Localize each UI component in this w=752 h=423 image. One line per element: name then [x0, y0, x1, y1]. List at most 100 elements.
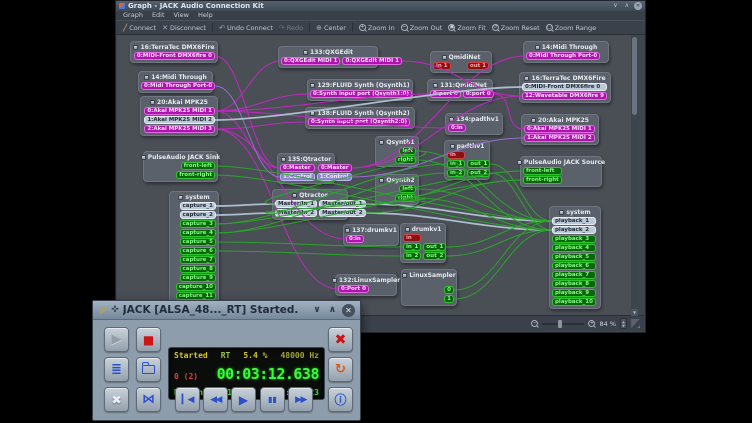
port[interactable]: 0:port 0 — [463, 90, 494, 98]
node-dra[interactable]: drumkv1inin_1in_2out_1out_2 — [400, 223, 446, 263]
maximize-icon[interactable]: ∧ — [623, 2, 631, 10]
node-pasink[interactable]: PulseAudio JACK Sinkfront-leftfront-righ… — [143, 151, 218, 182]
menu-edit[interactable]: Edit — [152, 11, 165, 20]
menu-view[interactable]: View — [174, 11, 189, 20]
port[interactable]: Master/In_1 — [275, 200, 317, 208]
connect-button[interactable]: ╱Connect — [120, 23, 159, 33]
graph-canvas[interactable]: ▼ 16:TerraTec DMX6Fire0:MIDI-Front DMX6f… — [117, 35, 638, 316]
zoom-fit-button[interactable]: ▣Zoom Fit — [445, 23, 488, 33]
zoom-out-button[interactable]: −Zoom Out — [398, 23, 446, 33]
port[interactable]: 0:Port 0 — [338, 285, 369, 293]
port[interactable]: capture_10 — [176, 283, 216, 291]
port[interactable]: 0:QXGEdit MIDI 1 — [281, 57, 340, 65]
session-button[interactable] — [136, 357, 161, 382]
port[interactable]: 12:Wavetable DMX6fire 9 — [522, 92, 607, 100]
port[interactable]: left — [399, 185, 416, 193]
port[interactable]: 0:port 0 — [430, 90, 461, 98]
menu-graph[interactable]: Graph — [123, 11, 143, 20]
port[interactable]: playback_10 — [552, 298, 596, 306]
menu-help[interactable]: Help — [198, 11, 213, 20]
port[interactable]: 1:Control — [317, 173, 352, 181]
node-q1midi[interactable]: 129:FLUID Synth (Qsynth1)0:Synth input p… — [307, 79, 413, 101]
center-button[interactable]: ⊕Center — [313, 23, 349, 33]
undo-connect-button[interactable]: ↶Undo Connect — [216, 23, 276, 33]
port[interactable]: 1:Akai MPK25 MIDI 2 — [524, 134, 595, 142]
port[interactable]: 2:Akai MPK25 MIDI 3 — [144, 125, 215, 133]
port[interactable]: 0:Midi Through Port-0 — [526, 52, 600, 60]
port[interactable]: capture_3 — [180, 220, 216, 228]
port[interactable]: in — [403, 234, 421, 242]
port[interactable]: capture_2 — [180, 211, 216, 219]
port[interactable]: 1:Akai MPK25 MIDI 2 — [144, 116, 215, 124]
pin-icon[interactable]: ✜ — [111, 305, 119, 315]
port[interactable]: capture_4 — [180, 229, 216, 237]
node-sys_r[interactable]: systemplayback_1playback_2playback_3play… — [549, 206, 601, 309]
port[interactable]: out 1 — [467, 62, 489, 70]
port[interactable]: in — [447, 151, 465, 159]
port[interactable]: playback_1 — [552, 217, 596, 225]
transport-forward-button[interactable]: ▶▶ — [288, 387, 313, 412]
port[interactable]: 0:in — [448, 124, 466, 132]
node-akai_l[interactable]: 20:Akai MPK250:Akai MPK25 MIDI 11:Akai M… — [140, 96, 218, 136]
stop-button[interactable]: ■ — [136, 327, 161, 352]
close-icon[interactable]: ✕ — [634, 2, 642, 10]
port[interactable]: capture_7 — [180, 256, 216, 264]
node-qmnet_a[interactable]: 131:QmidiNet0:port 00:port 0 — [427, 79, 493, 101]
zoom-out-icon[interactable]: − — [531, 320, 538, 327]
port[interactable]: Master/In_2 — [275, 209, 317, 217]
node-sys_l[interactable]: systemcapture_1capture_2capture_3capture… — [169, 191, 219, 303]
transport-pause-button[interactable]: ▮▮ — [260, 387, 285, 412]
node-q2a[interactable]: Qsynth2leftright — [375, 174, 419, 205]
port[interactable]: 0:Master — [318, 164, 352, 172]
port[interactable]: out_2 — [423, 252, 446, 260]
port[interactable]: playback_7 — [552, 271, 596, 279]
maximize-icon[interactable]: ∧ — [327, 304, 338, 316]
port[interactable]: front-left — [181, 162, 215, 170]
port[interactable]: front-right — [176, 171, 215, 179]
port[interactable]: out_1 — [467, 160, 490, 168]
port[interactable]: out_2 — [467, 169, 490, 177]
scroll-down-arrow[interactable]: ▼ — [631, 309, 638, 316]
zoom-range-button[interactable]: ▢Zoom Range — [543, 23, 599, 33]
port[interactable]: capture_5 — [180, 238, 216, 246]
node-akai_r[interactable]: 20:Akai MPK250:Akai MPK25 MIDI 11:Akai M… — [521, 114, 599, 145]
port[interactable]: playback_3 — [552, 235, 596, 243]
disconnect-button[interactable]: ✕Disconnect — [159, 23, 209, 33]
messages-button[interactable]: ≣ — [104, 357, 129, 382]
port[interactable]: in_2 — [447, 169, 465, 177]
node-q1a[interactable]: Qsynth1leftright — [375, 136, 419, 167]
port[interactable]: 0:Synth input port (Qsynth2:0) — [308, 118, 410, 126]
port[interactable]: front-left — [523, 167, 562, 175]
quit-button[interactable]: ✖ — [328, 327, 353, 352]
zoom-in-button[interactable]: +Zoom In — [356, 23, 398, 33]
port[interactable]: 0:Synth input port (Qsynth1:0) — [310, 90, 412, 98]
node-qmnet[interactable]: QmidiNetin 1out 1 — [430, 51, 492, 73]
zoom-slider-handle[interactable] — [558, 320, 562, 328]
node-qtra[interactable]: QtractorMaster/In_1Master/In_2Master/out… — [272, 189, 348, 220]
port[interactable]: 0:Akai MPK25 MIDI 1 — [144, 107, 215, 115]
port[interactable]: playback_6 — [552, 262, 596, 270]
transport-rewind-button[interactable]: ◀◀ — [203, 387, 228, 412]
port[interactable]: playback_4 — [552, 244, 596, 252]
port[interactable]: capture_1 — [180, 202, 216, 210]
port[interactable]: right — [395, 194, 416, 202]
port[interactable]: 1 — [444, 295, 454, 303]
close-icon[interactable]: ✕ — [342, 304, 355, 317]
shade-icon[interactable]: ∨ — [311, 304, 322, 316]
node-pasrc[interactable]: PulseAudio JACK Sourcefront-leftfront-ri… — [520, 156, 602, 187]
transport-skip-back-button[interactable]: ▎◀ — [175, 387, 200, 412]
port[interactable]: Master/out_1 — [319, 200, 365, 208]
node-terratec_r[interactable]: 16:TerraTec DMX6Fire0:MIDI-Front DMX6fir… — [519, 72, 611, 103]
port[interactable]: in 1 — [433, 62, 451, 70]
port[interactable]: playback_2 — [552, 226, 596, 234]
port[interactable]: 0:QXGEdit MIDI 1 — [342, 57, 401, 65]
node-pada[interactable]: padthv1inin_1in_2out_1out_2 — [444, 140, 490, 180]
node-drm[interactable]: 137:drumkv10:in — [343, 224, 399, 246]
node-lsm[interactable]: 132:LinuxSampler0:Port 0 — [335, 274, 397, 296]
port[interactable]: capture_11 — [176, 292, 216, 300]
port[interactable]: in_1 — [447, 160, 465, 168]
port[interactable]: capture_6 — [180, 247, 216, 255]
port[interactable]: left — [399, 147, 416, 155]
node-terratec_l[interactable]: 16:TerraTec DMX6Fire0:MIDI-Front DMX6fir… — [130, 41, 218, 63]
port[interactable]: 0:MIDI-Front DMX6fire 0 — [134, 52, 215, 60]
